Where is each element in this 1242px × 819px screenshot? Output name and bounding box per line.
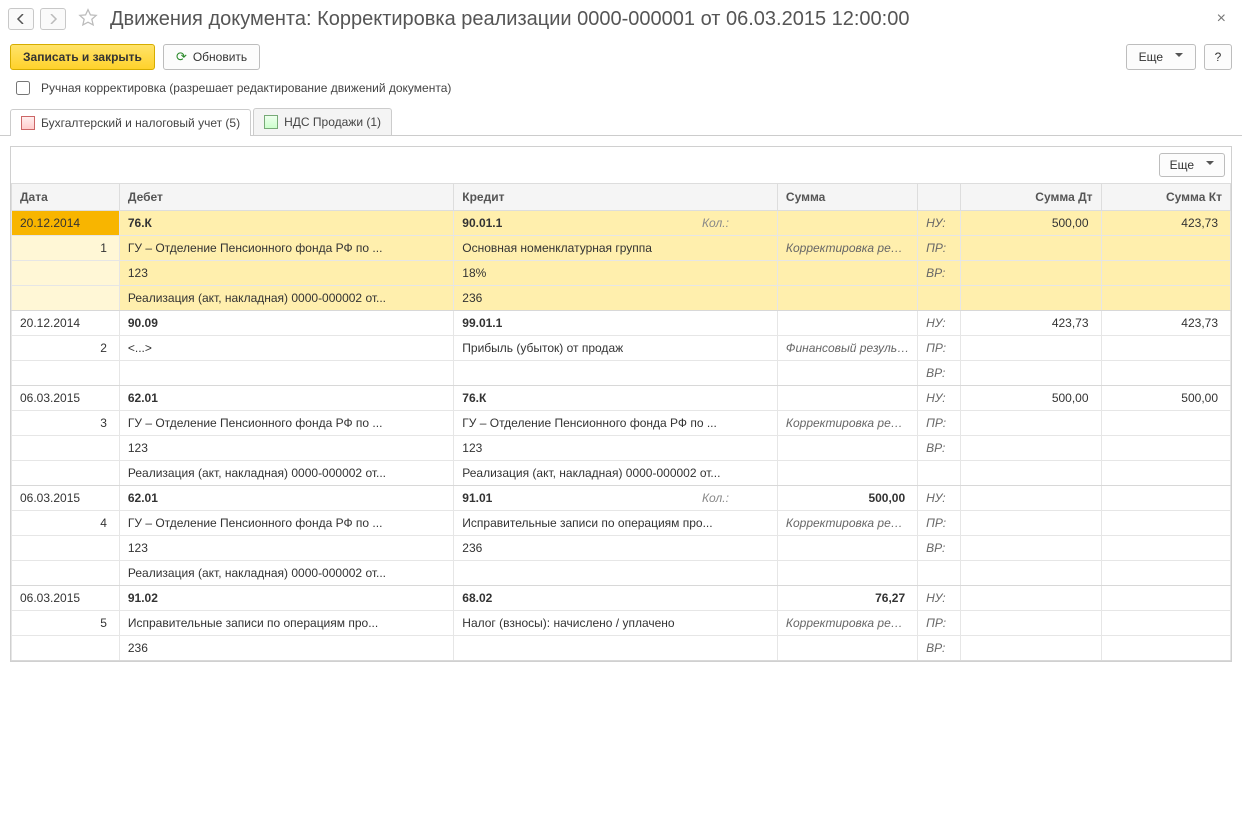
favorite-star-icon[interactable] [78,8,98,31]
table-row[interactable]: 20.12.201476.К90.01.1Кол.:НУ:500,00423,7… [12,211,1231,236]
page-title: Движения документа: Корректировка реализ… [110,8,1203,31]
refresh-icon: ⟳ [176,49,187,65]
chevron-down-icon [1200,158,1214,172]
more-button[interactable]: Еще [1126,44,1196,70]
tab-accounting[interactable]: Бухгалтерский и налоговый учет (5) [10,109,251,136]
postings-table[interactable]: Дата Дебет Кредит Сумма Сумма Дт Сумма К… [11,183,1231,661]
table-row[interactable]: 1ГУ – Отделение Пенсионного фонда РФ по … [12,236,1231,261]
tab-vat-label: НДС Продажи (1) [284,115,381,129]
chevron-down-icon [1169,50,1183,64]
table-row[interactable]: Реализация (акт, накладная) 0000-000002 … [12,561,1231,586]
more-label: Еще [1139,50,1163,64]
tab-accounting-label: Бухгалтерский и налоговый учет (5) [41,116,240,130]
table-row[interactable]: 06.03.201591.0268.0276,27НУ: [12,586,1231,611]
table-row[interactable]: 123236ВР: [12,536,1231,561]
grid-more-button[interactable]: Еще [1159,153,1225,177]
arrow-right-icon [48,14,58,24]
accounting-tab-icon [21,116,35,130]
grid-more-label: Еще [1170,158,1194,172]
table-row[interactable]: ВР: [12,361,1231,386]
col-sum-kt[interactable]: Сумма Кт [1101,184,1230,211]
table-row[interactable]: 2<...>Прибыль (убыток) от продажФинансов… [12,336,1231,361]
col-tag [918,184,961,211]
table-row[interactable]: Реализация (акт, накладная) 0000-000002 … [12,286,1231,311]
nav-forward-button[interactable] [40,8,66,30]
col-credit[interactable]: Кредит [454,184,778,211]
table-row[interactable]: 06.03.201562.0191.01Кол.:500,00НУ: [12,486,1231,511]
tab-vat-sales[interactable]: НДС Продажи (1) [253,108,392,135]
table-row[interactable]: 123123ВР: [12,436,1231,461]
table-row[interactable]: 3ГУ – Отделение Пенсионного фонда РФ по … [12,411,1231,436]
table-row[interactable]: 20.12.201490.0999.01.1НУ:423,73423,73 [12,311,1231,336]
table-row[interactable]: 5Исправительные записи по операциям про.… [12,611,1231,636]
save-and-close-button[interactable]: Записать и закрыть [10,44,155,70]
col-sum[interactable]: Сумма [777,184,917,211]
help-button[interactable]: ? [1204,44,1232,70]
col-debit[interactable]: Дебет [119,184,453,211]
table-row[interactable]: 236ВР: [12,636,1231,661]
vat-tab-icon [264,115,278,129]
nav-back-button[interactable] [8,8,34,30]
col-date[interactable]: Дата [12,184,120,211]
manual-edit-label: Ручная корректировка (разрешает редактир… [41,81,451,95]
refresh-label: Обновить [193,50,247,64]
col-sum-dt[interactable]: Сумма Дт [961,184,1101,211]
table-row[interactable]: 12318%ВР: [12,261,1231,286]
table-row[interactable]: Реализация (акт, накладная) 0000-000002 … [12,461,1231,486]
refresh-button[interactable]: ⟳ Обновить [163,44,260,70]
arrow-left-icon [16,14,26,24]
manual-edit-checkbox[interactable] [16,81,30,95]
table-row[interactable]: 4ГУ – Отделение Пенсионного фонда РФ по … [12,511,1231,536]
close-icon[interactable]: × [1209,6,1234,32]
table-row[interactable]: 06.03.201562.0176.КНУ:500,00500,00 [12,386,1231,411]
